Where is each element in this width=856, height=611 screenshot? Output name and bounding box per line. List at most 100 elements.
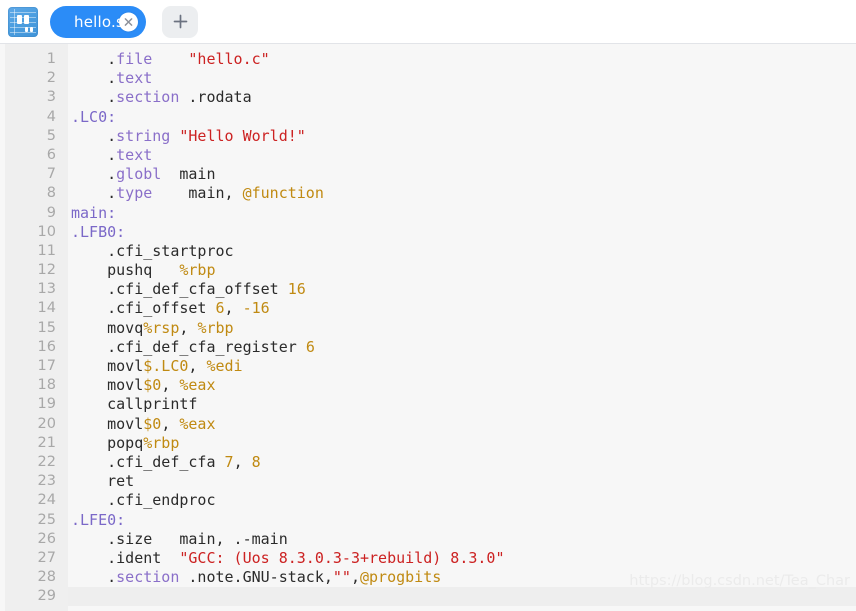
token-str: "Hello World!" bbox=[179, 126, 306, 145]
token-plain: .cfi_def_cfa_register bbox=[71, 337, 306, 356]
line-number: 8 bbox=[46, 185, 56, 202]
code-line[interactable]: 19 callprintf bbox=[0, 395, 856, 414]
tab-hello-s[interactable]: hello.s bbox=[50, 5, 146, 38]
close-icon[interactable] bbox=[119, 12, 138, 31]
token-num: 7 bbox=[224, 452, 234, 471]
code-line[interactable]: 2 .text bbox=[0, 69, 856, 88]
token-plain: . bbox=[71, 50, 117, 68]
code-line[interactable]: 8 .type main, @function bbox=[0, 184, 856, 203]
code-line[interactable]: 12 pushq %rbp bbox=[0, 261, 856, 280]
line-number: 27 bbox=[37, 549, 56, 566]
code-line-text[interactable]: movl$.LC0, %edi bbox=[68, 357, 856, 376]
code-line-text[interactable]: .file "hello.c" bbox=[68, 50, 856, 69]
code-line[interactable]: 28 .section .note.GNU-stack,"",@progbits bbox=[0, 568, 856, 587]
code-line[interactable]: 24 .cfi_endproc bbox=[0, 491, 856, 510]
code-line[interactable]: 9 main: bbox=[0, 204, 856, 223]
code-line-text[interactable]: .cfi_endproc bbox=[68, 491, 856, 510]
code-line-text[interactable]: .cfi_def_cfa_offset 16 bbox=[68, 280, 856, 299]
token-dir: text bbox=[116, 145, 153, 164]
token-plain: . bbox=[71, 568, 117, 587]
code-line-text[interactable]: .type main, @function bbox=[68, 184, 856, 203]
code-line-text[interactable]: .LC0: bbox=[68, 108, 856, 127]
code-line[interactable]: 14 .cfi_offset 6, -16 bbox=[0, 299, 856, 318]
code-line[interactable]: 1 .file "hello.c" bbox=[0, 50, 856, 69]
code-line-text[interactable]: .section .rodata bbox=[68, 88, 856, 107]
code-line-text[interactable]: popq%rbp bbox=[68, 434, 856, 453]
tab-label: hello.s bbox=[74, 12, 124, 31]
code-line[interactable]: 6 .text bbox=[0, 146, 856, 165]
code-line-text[interactable]: movq%rsp, %rbp bbox=[68, 319, 856, 338]
token-plain: movl bbox=[71, 414, 144, 433]
token-str: "hello.c" bbox=[188, 50, 270, 68]
code-line-text[interactable]: movl$0, %eax bbox=[68, 376, 856, 395]
line-number: 2 bbox=[46, 70, 56, 87]
token-plain: ret bbox=[71, 472, 135, 491]
code-line-text[interactable]: .string "Hello World!" bbox=[68, 127, 856, 146]
plus-icon bbox=[173, 14, 187, 29]
token-reg: %edi bbox=[206, 357, 243, 375]
code-line[interactable]: 20 movl$0, %eax bbox=[0, 415, 856, 434]
tab-bar: hello.s bbox=[0, 0, 856, 44]
code-line-text[interactable] bbox=[68, 587, 856, 607]
token-plain: , bbox=[161, 414, 180, 433]
code-line-text[interactable]: .section .note.GNU-stack,"",@progbits bbox=[68, 568, 856, 587]
code-line[interactable]: 18 movl$0, %eax bbox=[0, 376, 856, 395]
line-number: 22 bbox=[37, 453, 56, 470]
code-line-text[interactable]: .cfi_offset 6, -16 bbox=[68, 299, 856, 318]
code-line-text[interactable]: .cfi_def_cfa_register 6 bbox=[68, 338, 856, 357]
code-line[interactable]: 22 .cfi_def_cfa 7, 8 bbox=[0, 453, 856, 472]
line-number: 26 bbox=[37, 530, 56, 547]
line-number: 9 bbox=[46, 204, 56, 221]
new-tab-button[interactable] bbox=[162, 5, 198, 38]
code-line-text[interactable]: .LFB0: bbox=[68, 223, 856, 242]
code-line-text[interactable]: main: bbox=[68, 204, 856, 223]
token-plain: movl bbox=[71, 357, 144, 375]
code-lines[interactable]: 1 .file "hello.c" 2 .text 3 .section .roda… bbox=[0, 50, 856, 607]
code-line[interactable]: 4 .LC0: bbox=[0, 108, 856, 127]
token-plain: popq bbox=[71, 433, 144, 452]
code-line-text[interactable]: callprintf bbox=[68, 395, 856, 414]
token-num: 6 bbox=[305, 337, 315, 356]
code-line-text[interactable]: .cfi_def_cfa 7, 8 bbox=[68, 453, 856, 472]
code-line[interactable]: 17 movl$.LC0, %edi bbox=[0, 357, 856, 376]
code-line-text[interactable]: ret bbox=[68, 472, 856, 491]
code-line[interactable]: 16 .cfi_def_cfa_register 6 bbox=[0, 338, 856, 357]
code-line[interactable]: 5 .string "Hello World!" bbox=[0, 127, 856, 146]
code-line[interactable]: 27 .ident "GCC: (Uos 8.3.0.3-3+rebuild) … bbox=[0, 549, 856, 568]
code-line[interactable]: 26 .size main, .-main bbox=[0, 530, 856, 549]
code-editor[interactable]: 1 .file "hello.c" 2 .text 3 .section .roda… bbox=[0, 44, 856, 611]
token-num: 8 bbox=[251, 452, 261, 471]
line-number: 18 bbox=[37, 377, 56, 394]
token-dir: section bbox=[116, 88, 180, 107]
code-line-text[interactable]: .LFE0: bbox=[68, 511, 856, 530]
code-line[interactable]: 15 movq%rsp, %rbp bbox=[0, 319, 856, 338]
code-line[interactable]: 23 ret bbox=[0, 472, 856, 491]
line-number: 15 bbox=[37, 319, 56, 336]
code-line-text[interactable]: pushq %rbp bbox=[68, 261, 856, 280]
code-line[interactable]: 11 .cfi_startproc bbox=[0, 242, 856, 261]
code-line-text[interactable]: .globl main bbox=[68, 165, 856, 184]
line-number: 14 bbox=[37, 300, 56, 317]
code-line-text[interactable]: .text bbox=[68, 146, 856, 165]
token-dir: section bbox=[116, 568, 180, 587]
token-dir: type bbox=[116, 184, 153, 203]
token-plain: .cfi_def_cfa_offset bbox=[71, 280, 288, 299]
code-line-text[interactable]: .size main, .-main bbox=[68, 530, 856, 549]
code-line[interactable]: 13 .cfi_def_cfa_offset 16 bbox=[0, 280, 856, 299]
code-line[interactable]: 7 .globl main bbox=[0, 165, 856, 184]
token-plain: pushq bbox=[71, 261, 180, 280]
code-line-text[interactable]: .cfi_startproc bbox=[68, 242, 856, 261]
code-line[interactable]: 21 popq%rbp bbox=[0, 434, 856, 453]
code-line[interactable]: 29 bbox=[0, 587, 856, 607]
token-num: $0 bbox=[143, 414, 162, 433]
token-plain: .size main, .-main bbox=[71, 529, 288, 548]
code-line-text[interactable]: movl$0, %eax bbox=[68, 415, 856, 434]
token-dir: text bbox=[116, 69, 153, 88]
code-line-text[interactable]: .text bbox=[68, 69, 856, 88]
code-line[interactable]: 25 .LFE0: bbox=[0, 511, 856, 530]
code-line-text[interactable]: .ident "GCC: (Uos 8.3.0.3-3+rebuild) 8.3… bbox=[68, 549, 856, 568]
line-number: 13 bbox=[37, 281, 56, 298]
code-line[interactable]: 3 .section .rodata bbox=[0, 88, 856, 107]
token-plain: . bbox=[71, 69, 117, 88]
code-line[interactable]: 10 .LFB0: bbox=[0, 223, 856, 242]
